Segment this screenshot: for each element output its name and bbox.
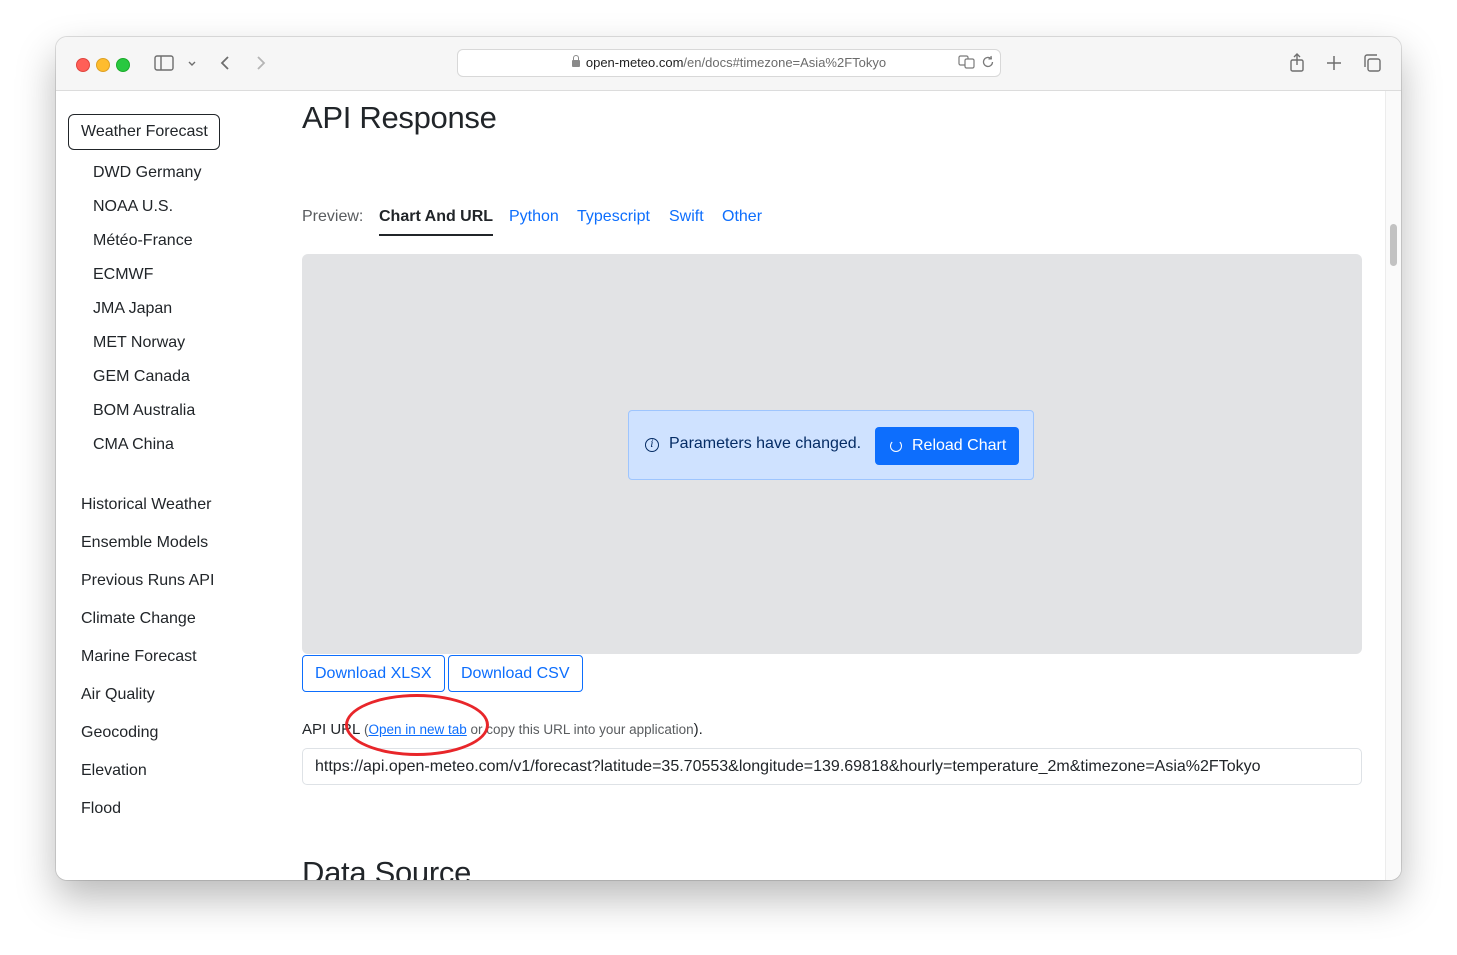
sidebar-sub-item[interactable]: NOAA U.S. bbox=[93, 198, 173, 216]
forward-arrow-icon[interactable] bbox=[255, 55, 267, 75]
url-domain: open-meteo.com bbox=[585, 55, 684, 70]
url-path: /en/docs#timezone=Asia%2FTokyo bbox=[683, 55, 887, 70]
tab-overview-icon[interactable] bbox=[1363, 54, 1381, 76]
address-url: open-meteo.com/en/docs#timezone=Asia%2FT… bbox=[458, 55, 1000, 70]
sidebar-sub-item[interactable]: GEM Canada bbox=[93, 368, 190, 386]
sidebar-toggle-icon[interactable] bbox=[154, 55, 174, 75]
tab-other[interactable]: Other bbox=[722, 208, 762, 226]
sidebar-sub-item[interactable]: ECMWF bbox=[93, 266, 153, 284]
sidebar-item[interactable]: Marine Forecast bbox=[81, 648, 197, 666]
lock-icon bbox=[571, 55, 580, 67]
tab-swift[interactable]: Swift bbox=[669, 208, 704, 226]
sidebar-sub-item[interactable]: BOM Australia bbox=[93, 402, 195, 420]
sidebar-item[interactable]: Previous Runs API bbox=[81, 572, 214, 590]
api-url-field[interactable]: https://api.open-meteo.com/v1/forecast?l… bbox=[302, 748, 1362, 785]
tab-typescript[interactable]: Typescript bbox=[577, 208, 650, 226]
new-tab-icon[interactable] bbox=[1326, 55, 1342, 75]
page-scrollbar[interactable] bbox=[1385, 91, 1401, 880]
scrollbar-thumb[interactable] bbox=[1390, 224, 1397, 266]
sidebar-item-weather-forecast[interactable]: Weather Forecast bbox=[68, 114, 220, 150]
sidebar-sub-item[interactable]: CMA China bbox=[93, 436, 174, 454]
close-paren: ). bbox=[693, 721, 703, 738]
maximize-window-button[interactable] bbox=[116, 58, 130, 72]
sidebar-sub-item[interactable]: Météo-France bbox=[93, 232, 193, 250]
minimize-window-button[interactable] bbox=[96, 58, 110, 72]
tab-python[interactable]: Python bbox=[509, 208, 559, 226]
reload-icon bbox=[890, 440, 902, 452]
info-icon: i bbox=[645, 438, 659, 452]
browser-window: open-meteo.com/en/docs#timezone=Asia%2FT… bbox=[56, 37, 1401, 880]
download-xlsx-button[interactable]: Download XLSX bbox=[302, 655, 445, 692]
parameters-changed-alert: i Parameters have changed. Reload Chart bbox=[628, 410, 1034, 480]
tab-chart-and-url[interactable]: Chart And URL bbox=[379, 208, 494, 236]
alert-message: Parameters have changed. bbox=[669, 435, 862, 452]
sidebar-item[interactable]: Elevation bbox=[81, 762, 147, 780]
chevron-down-icon[interactable] bbox=[187, 57, 197, 73]
api-url-label: API URL (Open in new tab or copy this UR… bbox=[302, 721, 703, 738]
sidebar-item[interactable]: Geocoding bbox=[81, 724, 158, 742]
preview-label: Preview: bbox=[302, 208, 364, 225]
close-window-button[interactable] bbox=[76, 58, 90, 72]
sidebar-item[interactable]: Historical Weather bbox=[81, 496, 211, 514]
api-url-hint: (Open in new tab or copy this URL into y… bbox=[364, 722, 694, 737]
translate-icon[interactable] bbox=[958, 55, 976, 73]
reload-chart-button[interactable]: Reload Chart bbox=[875, 427, 1019, 465]
reload-page-icon[interactable] bbox=[981, 55, 995, 73]
back-arrow-icon[interactable] bbox=[219, 55, 231, 75]
sidebar-item[interactable]: Flood bbox=[81, 800, 121, 818]
sidebar-sub-item[interactable]: MET Norway bbox=[93, 334, 185, 352]
section-title-data-source: Data Source bbox=[302, 855, 472, 880]
sidebar-item[interactable]: Climate Change bbox=[81, 610, 196, 628]
sidebar-item[interactable]: Ensemble Models bbox=[81, 534, 208, 552]
page-content: Weather Forecast DWD Germany NOAA U.S. M… bbox=[56, 91, 1401, 880]
page-title: API Response bbox=[302, 100, 497, 135]
sidebar-sub-item[interactable]: JMA Japan bbox=[93, 300, 172, 318]
address-bar[interactable]: open-meteo.com/en/docs#timezone=Asia%2FT… bbox=[457, 49, 1001, 77]
download-csv-button[interactable]: Download CSV bbox=[448, 655, 583, 692]
open-in-new-tab-link[interactable]: Open in new tab bbox=[368, 722, 466, 737]
reload-chart-label: Reload Chart bbox=[912, 437, 1007, 454]
chart-area: i Parameters have changed. Reload Chart bbox=[302, 254, 1362, 654]
sidebar-item[interactable]: Air Quality bbox=[81, 686, 155, 704]
api-url-label-text: API URL bbox=[302, 721, 360, 738]
share-icon[interactable] bbox=[1289, 53, 1305, 77]
copy-url-hint: or copy this URL into your application bbox=[466, 722, 694, 737]
browser-toolbar: open-meteo.com/en/docs#timezone=Asia%2FT… bbox=[56, 37, 1401, 91]
sidebar-sub-item[interactable]: DWD Germany bbox=[93, 164, 201, 182]
